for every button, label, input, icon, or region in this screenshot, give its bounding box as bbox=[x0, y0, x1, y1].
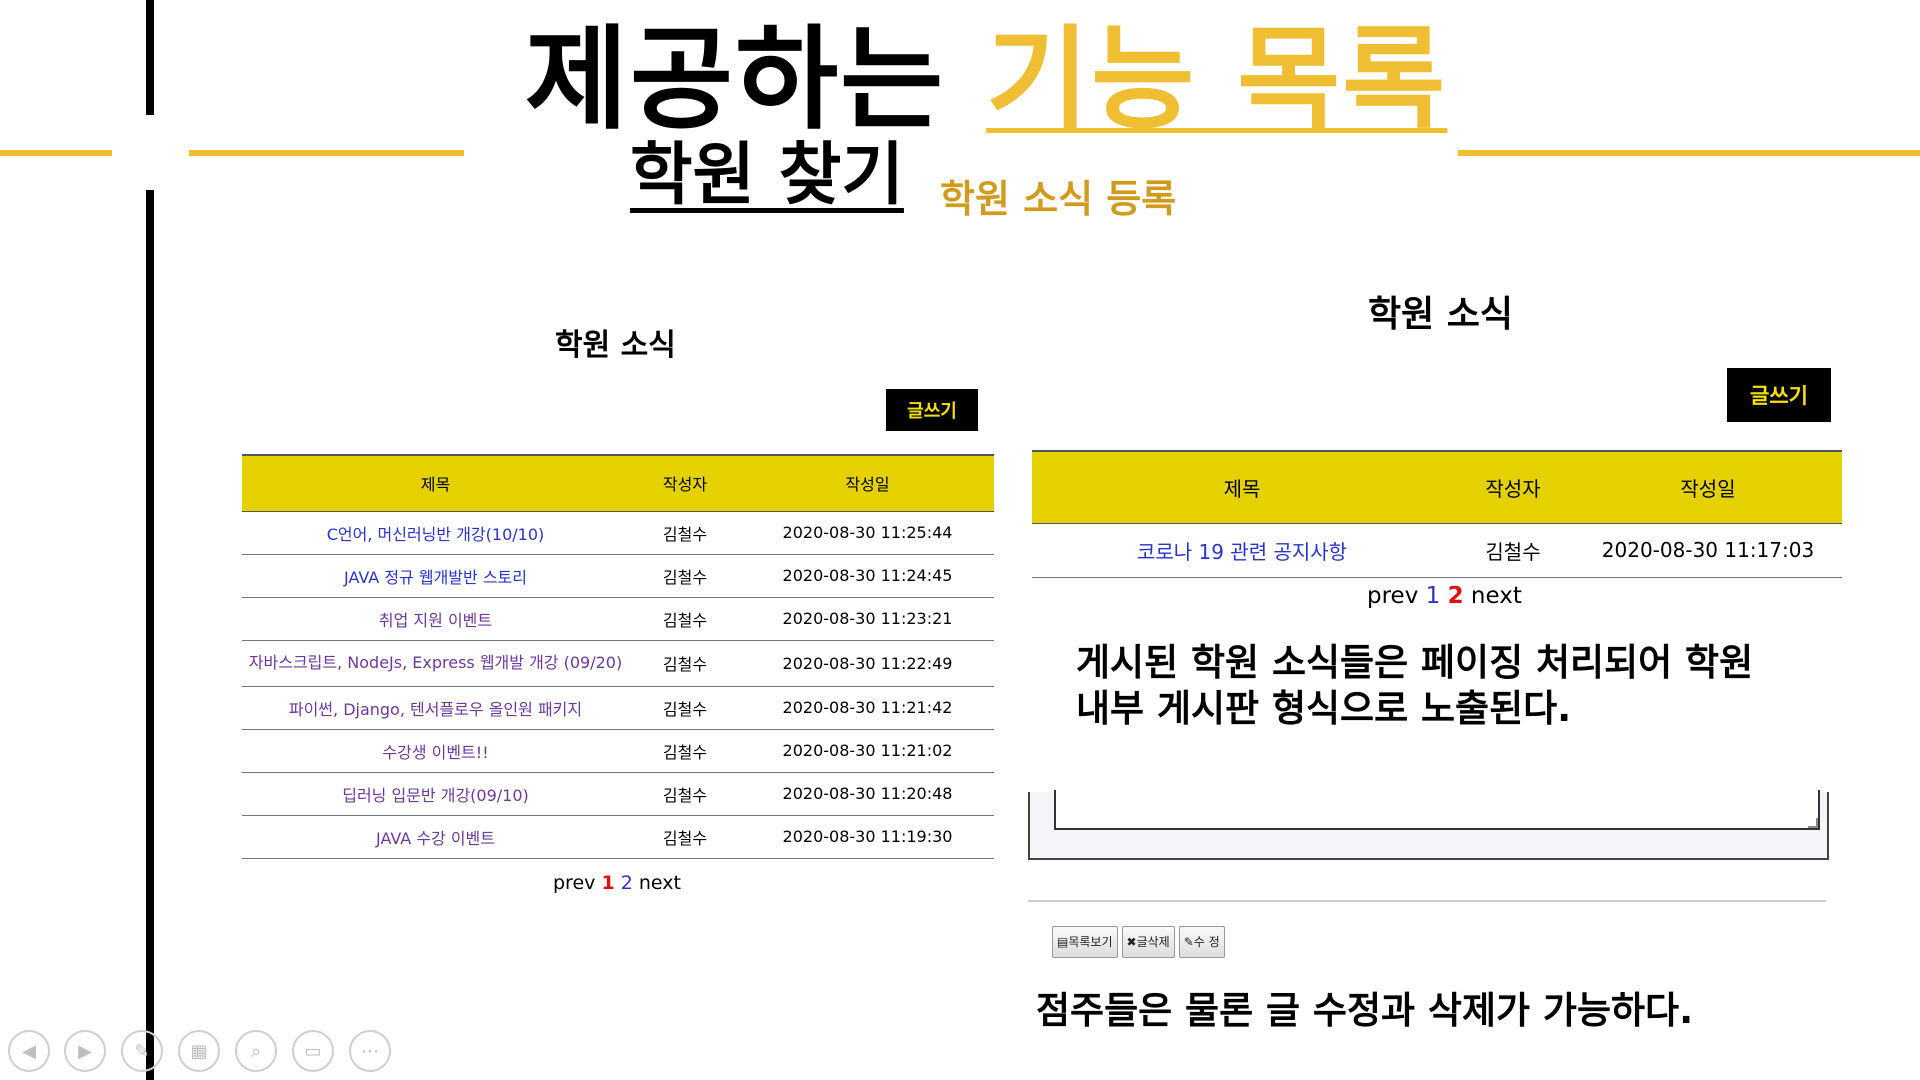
edit-button[interactable]: ✎수 정 bbox=[1178, 926, 1225, 958]
post-date: 2020-08-30 11:21:02 bbox=[741, 729, 994, 773]
table-row: C언어, 머신러닝반 개강(10/10) 김철수 2020-08-30 11:2… bbox=[242, 511, 994, 555]
table-row: 취업 지원 이벤트 김철수 2020-08-30 11:23:21 bbox=[242, 597, 994, 641]
right-board-table: 제목 작성자 작성일 코로나 19 관련 공지사항 김철수 2020-08-30… bbox=[1032, 450, 1842, 578]
post-link[interactable]: 수강생 이벤트!! bbox=[382, 743, 488, 762]
table-row: 자바스크립트, NodeJs, Express 웹개발 개강 (09/20) 김… bbox=[242, 640, 994, 687]
post-author: 김철수 bbox=[629, 772, 741, 816]
slide-subtitle: 학원 찾기 bbox=[630, 136, 904, 215]
slides-grid-icon[interactable]: ▦ bbox=[178, 1030, 220, 1072]
post-link[interactable]: 코로나 19 관련 공지사항 bbox=[1137, 540, 1347, 564]
left-vertical-bar-bottom bbox=[146, 190, 154, 1080]
detail-caption: 점주들은 물론 글 수정과 삭제가 가능하다. bbox=[1036, 989, 1694, 1032]
pager-page-2[interactable]: 2 bbox=[1448, 583, 1464, 609]
post-author: 김철수 bbox=[629, 686, 741, 730]
pager-prev[interactable]: prev bbox=[553, 872, 595, 894]
post-date: 2020-08-30 11:19:30 bbox=[741, 815, 994, 859]
slide-title-accent: 기능 목록 bbox=[986, 15, 1448, 145]
post-link[interactable]: 딥러닝 입문반 개강(09/10) bbox=[342, 786, 529, 805]
pager-next[interactable]: next bbox=[1471, 583, 1522, 609]
pager-next[interactable]: next bbox=[639, 872, 681, 894]
subtitles-icon[interactable]: ▭ bbox=[292, 1030, 334, 1072]
post-link[interactable]: 자바스크립트, NodeJs, Express 웹개발 개강 (09/20) bbox=[249, 653, 622, 672]
col-title: 제목 bbox=[242, 454, 629, 512]
list-icon: ▤ bbox=[1057, 935, 1069, 949]
slide-title-main: 제공하는 bbox=[525, 15, 946, 145]
accent-line-left-2 bbox=[189, 150, 464, 156]
next-slide-icon[interactable]: ▶ bbox=[64, 1030, 106, 1072]
post-link[interactable]: 취업 지원 이벤트 bbox=[379, 611, 492, 630]
post-date: 2020-08-30 11:23:21 bbox=[741, 597, 994, 641]
col-author: 작성자 bbox=[1452, 450, 1574, 524]
edit-icon: ✎ bbox=[1183, 935, 1194, 949]
left-write-button[interactable]: 글쓰기 bbox=[886, 389, 978, 431]
detail-buttons: ▤목록보기 ✖글삭제 ✎수 정 bbox=[1052, 926, 1229, 958]
detail-divider bbox=[1028, 900, 1826, 902]
prev-slide-icon[interactable]: ◀ bbox=[8, 1030, 50, 1072]
delete-icon: ✖ bbox=[1126, 935, 1137, 949]
accent-line-right bbox=[1458, 150, 1920, 156]
post-link[interactable]: 파이썬, Django, 텐서플로우 올인원 패키지 bbox=[289, 700, 582, 719]
left-board-title: 학원 소식 bbox=[555, 328, 676, 363]
caption-line-1: 게시된 학원 소식들은 페이징 처리되어 학원 bbox=[1076, 641, 1754, 684]
post-author: 김철수 bbox=[629, 815, 741, 859]
table-row: 수강생 이벤트!! 김철수 2020-08-30 11:21:02 bbox=[242, 729, 994, 773]
pen-icon[interactable]: ✎ bbox=[121, 1030, 163, 1072]
pager-page-1[interactable]: 1 bbox=[601, 872, 614, 894]
slide-title: 제공하는 기능 목록 bbox=[525, 24, 1447, 136]
resize-handle-icon[interactable] bbox=[1808, 818, 1818, 828]
post-author: 김철수 bbox=[629, 729, 741, 773]
more-icon[interactable]: ⋯ bbox=[349, 1030, 391, 1072]
post-author: 김철수 bbox=[1452, 523, 1574, 578]
pager-page-2[interactable]: 2 bbox=[621, 872, 633, 894]
zoom-icon[interactable]: ⌕ bbox=[235, 1030, 277, 1072]
post-author: 김철수 bbox=[629, 597, 741, 641]
left-pagination: prev 1 2 next bbox=[553, 872, 681, 894]
post-date: 2020-08-30 11:17:03 bbox=[1574, 523, 1842, 578]
post-date: 2020-08-30 11:24:45 bbox=[741, 554, 994, 598]
pager-prev[interactable]: prev bbox=[1367, 583, 1418, 609]
col-title: 제목 bbox=[1032, 450, 1452, 524]
right-board-title: 학원 소식 bbox=[1368, 294, 1514, 335]
post-author: 김철수 bbox=[629, 511, 741, 555]
col-date: 작성일 bbox=[1574, 450, 1842, 524]
table-row: JAVA 정규 웹개발반 스토리 김철수 2020-08-30 11:24:45 bbox=[242, 554, 994, 598]
post-author: 김철수 bbox=[629, 554, 741, 598]
table-row: 파이썬, Django, 텐서플로우 올인원 패키지 김철수 2020-08-3… bbox=[242, 686, 994, 730]
table-row: JAVA 수강 이벤트 김철수 2020-08-30 11:19:30 bbox=[242, 815, 994, 859]
post-link[interactable]: JAVA 정규 웹개발반 스토리 bbox=[344, 568, 527, 587]
content-textarea[interactable] bbox=[1054, 790, 1820, 830]
accent-line-left-1 bbox=[0, 150, 112, 156]
left-vertical-bar-top bbox=[146, 0, 154, 115]
right-caption: 게시된 학원 소식들은 페이징 처리되어 학원 내부 게시판 형식으로 노출된다… bbox=[1076, 640, 1753, 732]
caption-line-2: 내부 게시판 형식으로 노출된다. bbox=[1076, 687, 1572, 730]
col-author: 작성자 bbox=[629, 454, 741, 512]
right-write-button[interactable]: 글쓰기 bbox=[1727, 368, 1831, 422]
slide-subtitle-secondary: 학원 소식 등록 bbox=[940, 177, 1177, 221]
table-row: 코로나 19 관련 공지사항 김철수 2020-08-30 11:17:03 bbox=[1032, 523, 1842, 578]
list-button[interactable]: ▤목록보기 bbox=[1052, 926, 1118, 958]
pager-page-1[interactable]: 1 bbox=[1426, 583, 1441, 609]
post-date: 2020-08-30 11:25:44 bbox=[741, 511, 994, 555]
col-date: 작성일 bbox=[741, 454, 994, 512]
delete-button[interactable]: ✖글삭제 bbox=[1121, 926, 1175, 958]
post-link[interactable]: JAVA 수강 이벤트 bbox=[376, 829, 495, 848]
right-pagination: prev 1 2 next bbox=[1367, 583, 1522, 609]
detail-panel bbox=[1028, 790, 1829, 860]
post-date: 2020-08-30 11:20:48 bbox=[741, 772, 994, 816]
post-date: 2020-08-30 11:21:42 bbox=[741, 686, 994, 730]
left-board-table: 제목 작성자 작성일 C언어, 머신러닝반 개강(10/10) 김철수 2020… bbox=[242, 454, 994, 859]
post-author: 김철수 bbox=[629, 640, 741, 687]
table-row: 딥러닝 입문반 개강(09/10) 김철수 2020-08-30 11:20:4… bbox=[242, 772, 994, 816]
post-link[interactable]: C언어, 머신러닝반 개강(10/10) bbox=[327, 525, 545, 544]
post-date: 2020-08-30 11:22:49 bbox=[741, 640, 994, 687]
